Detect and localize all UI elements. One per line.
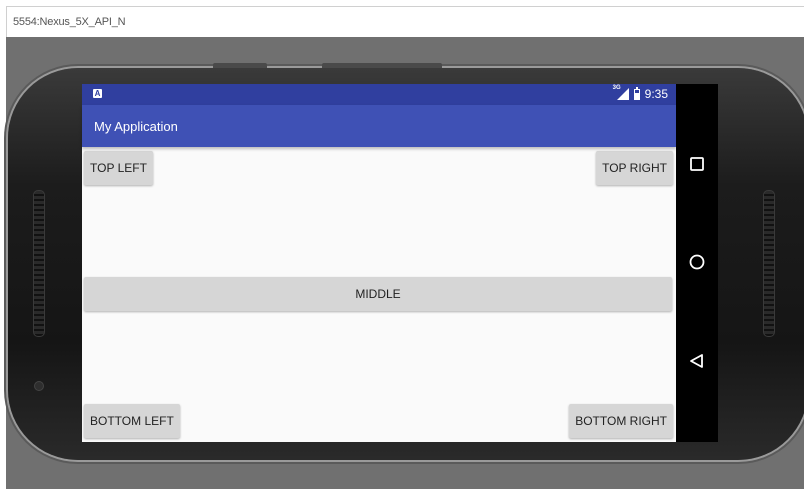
triangle-back-icon[interactable] bbox=[687, 351, 707, 371]
bottom-left-button[interactable]: BOTTOM LEFT bbox=[84, 404, 180, 438]
status-icons: 3G 9:35 bbox=[612, 85, 668, 101]
app-notification-icon: A bbox=[93, 89, 102, 98]
phone-power-button[interactable] bbox=[213, 63, 267, 68]
status-time: 9:35 bbox=[644, 87, 668, 101]
bottom-right-button[interactable]: BOTTOM RIGHT bbox=[569, 404, 673, 438]
phone-speaker-right bbox=[763, 190, 775, 337]
network-type-label: 3G bbox=[612, 85, 621, 91]
phone-speaker-left bbox=[33, 190, 45, 337]
emulator-window-title: 5554:Nexus_5X_API_N bbox=[13, 16, 126, 28]
top-left-button[interactable]: TOP LEFT bbox=[84, 151, 153, 185]
square-recents-icon[interactable] bbox=[687, 154, 707, 174]
app-toolbar: My Application bbox=[82, 105, 676, 147]
circle-home-icon[interactable] bbox=[687, 252, 707, 272]
battery-icon bbox=[633, 86, 640, 100]
android-status-bar: A 3G 9:35 bbox=[82, 84, 676, 105]
app-title: My Application bbox=[94, 119, 178, 134]
phone-volume-button[interactable] bbox=[322, 63, 442, 68]
android-navigation-bar bbox=[676, 84, 718, 442]
emulator-window-titlebar[interactable]: 5554:Nexus_5X_API_N bbox=[6, 6, 804, 37]
phone-camera bbox=[34, 381, 44, 391]
top-right-button[interactable]: TOP RIGHT bbox=[596, 151, 673, 185]
signal-icon: 3G bbox=[612, 85, 629, 100]
app-content: TOP LEFT TOP RIGHT MIDDLE BOTTOM LEFT BO… bbox=[82, 147, 676, 442]
middle-button[interactable]: MIDDLE bbox=[84, 277, 672, 311]
